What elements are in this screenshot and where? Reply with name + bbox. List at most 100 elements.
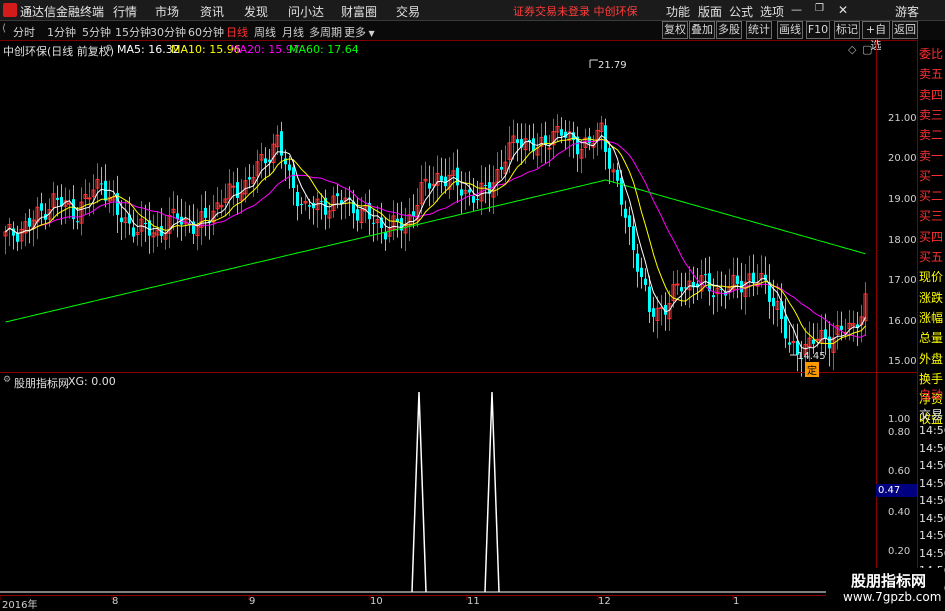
candle-body (56, 197, 59, 200)
quote-panel-label: 外盘 (919, 351, 944, 366)
candle-body (476, 198, 479, 200)
price-tick: 19.00 (888, 194, 917, 205)
candle-body (640, 267, 643, 278)
candle-body (516, 139, 519, 144)
candle-body (824, 329, 827, 339)
candle-body (308, 205, 311, 207)
ma10-line (5, 137, 866, 345)
ma60-line (5, 179, 866, 323)
tick-time: 14:56 (919, 476, 945, 490)
candle-body (67, 202, 72, 205)
candle-body (712, 295, 715, 298)
tick-time: 14:56 (919, 424, 945, 437)
indicator-gear-icon[interactable]: ⚙ (3, 375, 11, 385)
quote-panel-label: 卖三 (919, 107, 944, 122)
candle-body (356, 209, 359, 221)
quote-panel-label: 现价 (919, 270, 944, 285)
candle-body (644, 278, 647, 285)
quote-panel-label: 自动 (919, 388, 944, 402)
indicator-tick: 0.60 (888, 466, 911, 477)
quote-panel-label: 换手 (919, 371, 944, 386)
quote-panel-label: 涨跌 (919, 290, 944, 305)
candle-body (815, 338, 820, 341)
candle-body (412, 211, 415, 217)
indicator-xg: XG: 0.00 (68, 375, 116, 388)
candle-body (431, 183, 436, 186)
candle-body (372, 222, 375, 224)
date-tick: 9 (249, 596, 256, 607)
ma5-line (5, 132, 866, 350)
low-tag: 定 (805, 362, 819, 377)
low-price-label: 14.45 (797, 351, 826, 362)
candle-body (296, 191, 299, 207)
kline-chart[interactable] (0, 0, 917, 609)
candle-body (72, 199, 75, 220)
candle-body (500, 166, 503, 170)
date-tick: 8 (112, 596, 119, 607)
candle-body (588, 136, 591, 144)
candle-body (628, 215, 631, 228)
indicator-title: 股朋指标网 (14, 377, 69, 390)
candle-body (560, 129, 563, 136)
candle-body (428, 183, 431, 189)
candle-body (144, 222, 147, 225)
quote-panel-label: 买三 (919, 209, 944, 224)
candle-body (336, 193, 339, 197)
quote-panel-label: 涨幅 (919, 310, 944, 325)
candle-body (652, 308, 655, 317)
candle-body (675, 283, 680, 286)
indicator-spike (411, 391, 427, 593)
candle-body (812, 339, 815, 344)
candle-body (292, 167, 295, 189)
price-tick: 17.00 (888, 275, 917, 286)
candle-body (456, 167, 459, 186)
quote-panel-label: 卖四 (919, 87, 944, 102)
candle-body (288, 164, 291, 171)
price-tick: 16.00 (888, 316, 917, 327)
candle-body (76, 221, 79, 223)
price-tick: 20.00 (888, 153, 917, 164)
candle-body (40, 203, 43, 211)
candle-body (384, 231, 387, 240)
candle-body (468, 189, 471, 193)
quote-panel-label: 委比 (919, 47, 944, 61)
quote-panel-label: 买五 (919, 250, 944, 264)
candle-body (736, 275, 739, 285)
candle-body (440, 175, 443, 181)
quote-panel-label: 卖二 (919, 128, 944, 143)
indicator-tick: 0.80 (888, 427, 911, 438)
watermark-title: 股朋指标网 (851, 572, 927, 590)
quote-panel-label: 卖一 (919, 148, 944, 163)
ma20-line (5, 139, 866, 338)
candle-body (460, 189, 463, 196)
indicator-tick: 0.20 (888, 546, 911, 557)
candle-body (484, 185, 487, 187)
candle-body (784, 316, 787, 339)
candle-body (300, 203, 303, 205)
high-price-label: 21.79 (598, 60, 627, 71)
candle-body (840, 325, 843, 330)
candle-body (236, 182, 239, 198)
price-axis-line (876, 40, 877, 596)
candle-body (320, 201, 323, 203)
candle-body (788, 342, 791, 345)
quote-panel-label: 总量 (919, 331, 944, 346)
candle-body (100, 183, 103, 185)
candle-body (132, 227, 135, 237)
candle-body (632, 226, 635, 251)
watermark-url: www.7gpzb.com (843, 590, 942, 604)
quote-panel-label: 买二 (919, 189, 944, 204)
candle-body (87, 197, 92, 200)
candle-body (472, 196, 475, 203)
tick-time: 14:56 (919, 459, 945, 472)
candle-body (704, 274, 707, 276)
candle-body (616, 169, 619, 181)
candle-body (648, 286, 651, 313)
tick-time: 14:56 (919, 529, 945, 542)
tick-time: 14:56 (919, 546, 945, 560)
quote-panel-label: 买四 (919, 229, 944, 244)
candle-body (16, 233, 19, 242)
candle-body (752, 272, 755, 283)
panel-separator (0, 372, 917, 373)
candle-body (680, 287, 683, 292)
